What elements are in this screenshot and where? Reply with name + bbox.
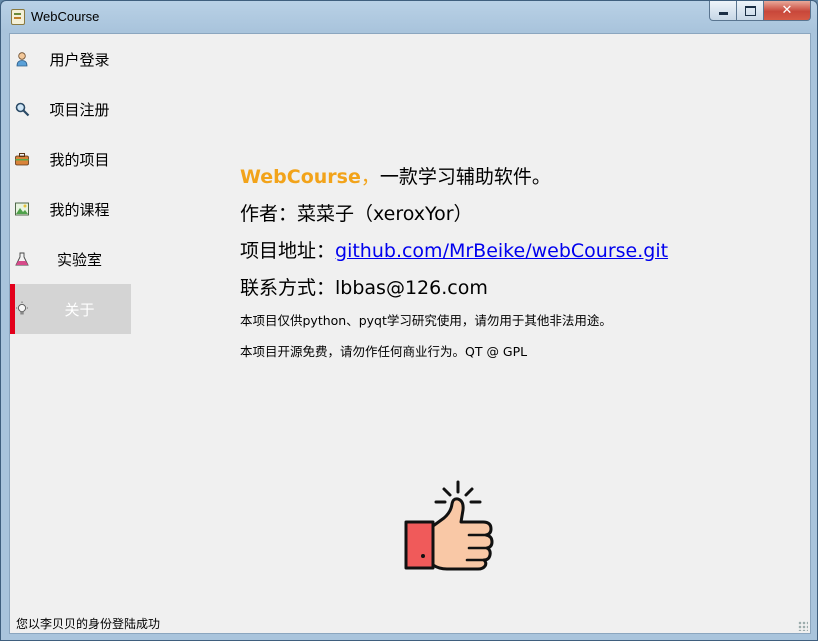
sidebar-item-register[interactable]: 项目注册: [10, 84, 131, 134]
contact-label: 联系方式：: [240, 277, 336, 299]
sidebar-item-my-courses[interactable]: 我的课程: [10, 184, 131, 234]
sidebar-item-my-projects[interactable]: 我的项目: [10, 134, 131, 184]
sidebar-item-label: 项目注册: [49, 100, 110, 119]
window-controls: ✕: [709, 1, 811, 21]
about-info: WebCourse，一款学习辅助软件。 作者：菜菜子（xeroxYor） 项目地…: [240, 164, 668, 374]
status-bar: 您以李贝贝的身份登陆成功: [10, 612, 810, 633]
app-icon: [11, 9, 25, 25]
sidebar-item-label: 关于: [64, 300, 95, 319]
window-title: WebCourse: [31, 9, 100, 24]
author-label: 作者：: [240, 203, 298, 225]
sidebar-item-label: 我的课程: [49, 200, 110, 219]
minimize-button[interactable]: [709, 1, 737, 21]
address-line: 项目地址：github.com/MrBeike/webCourse.git: [240, 238, 668, 275]
brand-separator: ，: [360, 166, 380, 188]
maximize-icon: [744, 5, 756, 16]
address-label: 项目地址：: [240, 240, 336, 262]
author-value: 菜菜子（xeroxYor）: [297, 203, 473, 225]
sidebar-item-lab[interactable]: 实验室: [10, 234, 131, 284]
repo-link[interactable]: github.com/MrBeike/webCourse.git: [335, 240, 668, 262]
sidebar: 用户登录 项目注册 我的项目 我的课程 实验室 关于: [10, 34, 131, 612]
maximize-button[interactable]: [737, 1, 764, 21]
sidebar-item-login[interactable]: 用户登录: [10, 34, 131, 84]
sidebar-item-label: 我的项目: [49, 150, 110, 169]
sidebar-item-about[interactable]: 关于: [10, 284, 131, 334]
client-area: 用户登录 项目注册 我的项目 我的课程 实验室 关于 WebCourse，一款学…: [9, 33, 811, 634]
minimize-icon: [718, 12, 728, 15]
tagline: 一款学习辅助软件。: [379, 166, 551, 188]
usage-note: 本项目仅供python、pyqt学习研究使用，请勿用于其他非法用途。: [240, 313, 612, 328]
resize-grip-icon[interactable]: [798, 621, 808, 631]
app-window: WebCourse ✕ 用户登录 项目注册 我的项目 我的课程 实验室 关于 W…: [0, 0, 818, 641]
close-button[interactable]: ✕: [764, 1, 811, 21]
intro-line: WebCourse，一款学习辅助软件。: [240, 164, 668, 201]
close-icon: ✕: [781, 3, 793, 18]
brand-name: WebCourse: [240, 166, 361, 188]
sidebar-item-label: 实验室: [56, 250, 102, 269]
license-note: 本项目开源免费，请勿作任何商业行为。QT @ GPL: [240, 344, 528, 359]
about-panel: WebCourse，一款学习辅助软件。 作者：菜菜子（xeroxYor） 项目地…: [131, 34, 810, 612]
sidebar-item-label: 用户登录: [49, 50, 110, 69]
author-line: 作者：菜菜子（xeroxYor）: [240, 201, 668, 238]
contact-email: lbbas@126.com: [335, 277, 488, 299]
status-message: 您以李贝贝的身份登陆成功: [16, 617, 161, 631]
thumbs-up-icon: [404, 480, 494, 571]
title-bar[interactable]: WebCourse ✕: [1, 1, 817, 33]
contact-line: 联系方式：lbbas@126.com: [240, 275, 668, 312]
